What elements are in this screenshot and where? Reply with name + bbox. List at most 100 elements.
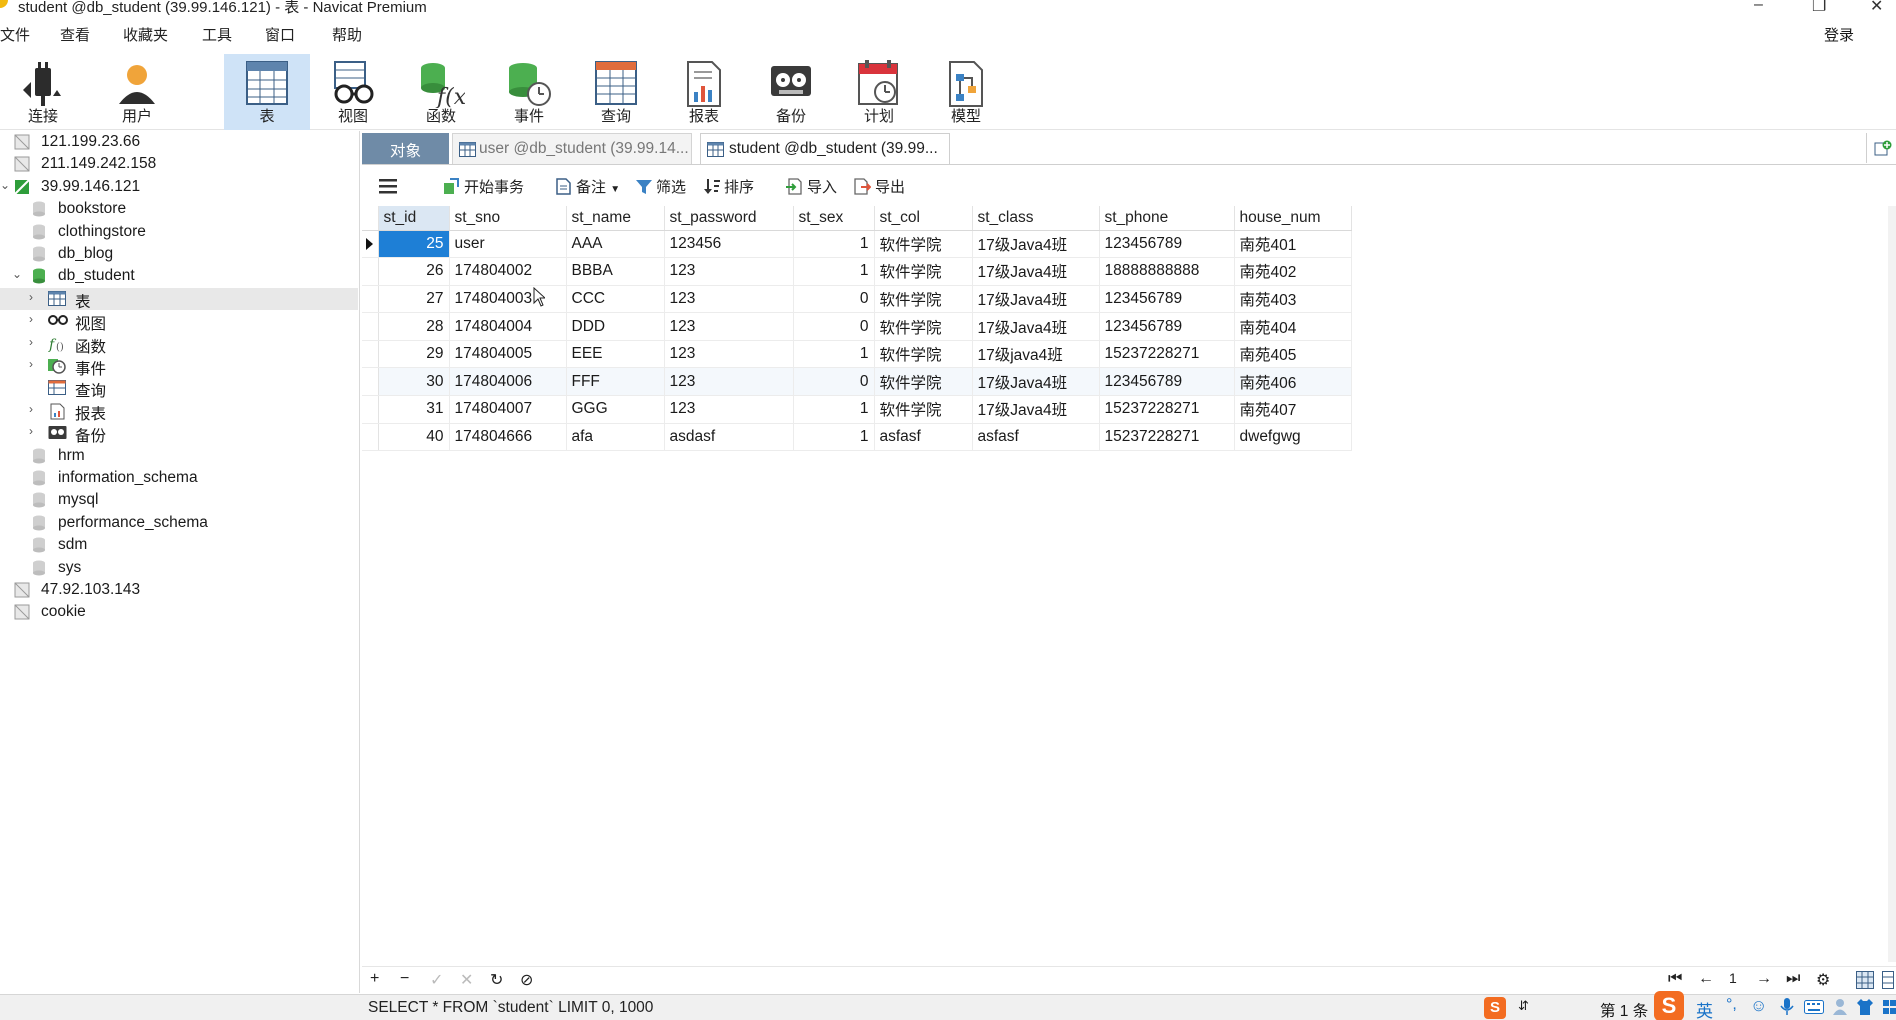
cell-st-password[interactable]: 123: [664, 395, 794, 424]
toolbar-report[interactable]: 报表: [661, 54, 747, 130]
tree-db-mysql[interactable]: mysql: [0, 489, 358, 511]
cell-st-name[interactable]: GGG: [566, 395, 665, 424]
cell-st-sno[interactable]: 174804006: [449, 367, 567, 397]
sogou-ime-icon[interactable]: S: [1484, 997, 1506, 1019]
menu-tools[interactable]: 工具: [202, 24, 232, 45]
cell-st-password[interactable]: 123: [664, 285, 794, 314]
cell-st-id[interactable]: 31: [378, 395, 450, 424]
cell-st-id[interactable]: 25: [378, 230, 450, 259]
cell-st-id[interactable]: 28: [378, 312, 450, 341]
cell-st-class[interactable]: 17级Java4班: [972, 395, 1100, 424]
column-header-st-class[interactable]: st_class: [972, 206, 1100, 231]
menu-window[interactable]: 窗口: [265, 24, 295, 45]
cell-st-sex[interactable]: 1: [793, 230, 875, 259]
cell-st-password[interactable]: 123456: [664, 230, 794, 259]
table-row[interactable]: 28 174804004 DDD 123 0 软件学院 17级Java4班 12…: [362, 312, 1352, 341]
cell-st-phone[interactable]: 15237228271: [1099, 423, 1235, 452]
tree-db-db-student[interactable]: ⌄ db_student: [0, 265, 358, 287]
login-link[interactable]: 登录: [1824, 24, 1854, 45]
sogou-logo-icon[interactable]: S: [1654, 991, 1684, 1020]
keyboard-icon[interactable]: [1804, 1000, 1824, 1014]
cell-st-password[interactable]: 123: [664, 312, 794, 341]
filter-button[interactable]: 筛选: [636, 176, 686, 197]
cell-st-col[interactable]: 软件学院: [874, 367, 973, 397]
close-button[interactable]: ✕: [1870, 0, 1883, 16]
cell-st-sex[interactable]: 0: [793, 285, 875, 314]
table-row[interactable]: 25 user AAA 123456 1 软件学院 17级Java4班 1234…: [362, 230, 1352, 259]
ime-arrows-icon[interactable]: ⇵: [1518, 998, 1529, 1014]
tree-queries[interactable]: 查询: [0, 377, 358, 400]
import-button[interactable]: 导入: [786, 176, 837, 197]
cell-st-sno[interactable]: 174804007: [449, 395, 567, 424]
cell-st-id[interactable]: 30: [378, 367, 450, 397]
cell-st-phone[interactable]: 123456789: [1099, 230, 1235, 259]
collapsed-arrow-icon[interactable]: ›: [29, 424, 33, 438]
toolbox-icon[interactable]: [1882, 998, 1896, 1016]
cell-st-sex[interactable]: 1: [793, 423, 875, 452]
column-header-st-sno[interactable]: st_sno: [449, 206, 567, 231]
tree-db-db-blog[interactable]: db_blog: [0, 243, 358, 265]
last-page-button[interactable]: ⏭: [1786, 970, 1800, 988]
tab-objects[interactable]: 对象: [362, 133, 449, 164]
cell-st-sex[interactable]: 1: [793, 395, 875, 424]
cell-st-phone[interactable]: 123456789: [1099, 367, 1235, 397]
cell-st-class[interactable]: 17级Java4班: [972, 257, 1100, 286]
menu-help[interactable]: 帮助: [332, 24, 362, 45]
toolbar-table[interactable]: 表: [224, 54, 310, 130]
first-page-button[interactable]: ⏮: [1668, 970, 1682, 988]
tree-connection-47-92-103-143[interactable]: 47.92.103.143: [0, 579, 358, 601]
tree-db-performance-schema[interactable]: performance_schema: [0, 512, 358, 534]
cell-st-col[interactable]: 软件学院: [874, 257, 973, 286]
tree-db-bookstore[interactable]: bookstore: [0, 198, 358, 220]
tree-connection-39-99-146-121[interactable]: ⌄ 39.99.146.121: [0, 176, 358, 198]
export-button[interactable]: 导出: [854, 176, 905, 197]
cell-st-phone[interactable]: 123456789: [1099, 285, 1235, 314]
cell-st-sno[interactable]: 174804003: [449, 285, 567, 314]
cell-st-name[interactable]: EEE: [566, 340, 665, 369]
cell-st-sno[interactable]: 174804004: [449, 312, 567, 341]
cell-house-num[interactable]: 南苑402: [1234, 257, 1352, 286]
memo-button[interactable]: 备注 ▼: [556, 176, 620, 197]
tree-db-hrm[interactable]: hrm: [0, 445, 358, 467]
cell-st-class[interactable]: 17级Java4班: [972, 285, 1100, 314]
cell-st-name[interactable]: CCC: [566, 285, 665, 314]
toolbar-connection[interactable]: 连接: [0, 54, 86, 130]
toolbar-event[interactable]: 事件: [486, 54, 572, 130]
tree-connection-121-199-23-66[interactable]: 121.199.23.66: [0, 131, 358, 153]
cell-st-sex[interactable]: 1: [793, 257, 875, 286]
table-row[interactable]: 26 174804002 BBBA 123 1 软件学院 17级Java4班 1…: [362, 257, 1352, 286]
cell-st-phone[interactable]: 123456789: [1099, 312, 1235, 341]
toolbar-query[interactable]: 查询: [573, 54, 659, 130]
discard-changes-button[interactable]: ✕: [460, 970, 473, 990]
vertical-scrollbar[interactable]: [1888, 206, 1896, 962]
cell-house-num[interactable]: dwefgwg: [1234, 423, 1352, 452]
cell-st-password[interactable]: 123: [664, 257, 794, 286]
cell-house-num[interactable]: 南苑404: [1234, 312, 1352, 341]
cell-st-id[interactable]: 40: [378, 423, 450, 452]
cell-st-password[interactable]: 123: [664, 340, 794, 369]
tree-views[interactable]: › 视图: [0, 310, 358, 333]
tree-db-clothingstore[interactable]: clothingstore: [0, 221, 358, 243]
tab-user-table[interactable]: user @db_student (39.99.14...: [452, 133, 692, 164]
chevron-down-icon[interactable]: ▼: [610, 184, 620, 195]
table-row[interactable]: 30 174804006 FFF 123 0 软件学院 17级Java4班 12…: [362, 367, 1352, 397]
tree-reports[interactable]: › 报表: [0, 400, 358, 423]
refresh-button[interactable]: ↻: [490, 970, 503, 990]
expanded-arrow-icon[interactable]: ⌄: [0, 178, 10, 192]
column-header-house-num[interactable]: house_num: [1234, 206, 1352, 231]
cell-st-password[interactable]: 123: [664, 367, 794, 397]
toolbar-backup[interactable]: 备份: [748, 54, 834, 130]
menu-file[interactable]: 文件: [0, 24, 30, 45]
toolbar-view[interactable]: 视图: [310, 54, 396, 130]
tree-functions[interactable]: › f() 函数: [0, 333, 358, 356]
column-header-st-sex[interactable]: st_sex: [793, 206, 875, 231]
cell-st-class[interactable]: 17级Java4班: [972, 367, 1100, 397]
cell-st-col[interactable]: asfasf: [874, 423, 973, 452]
user-account-icon[interactable]: [1832, 998, 1848, 1016]
cell-st-sno[interactable]: 174804666: [449, 423, 567, 452]
collapsed-arrow-icon[interactable]: ›: [29, 290, 33, 304]
table-row[interactable]: 27 174804003 CCC 123 0 软件学院 17级Java4班 12…: [362, 285, 1352, 314]
previous-page-button[interactable]: ←: [1698, 970, 1714, 988]
table-row[interactable]: 31 174804007 GGG 123 1 软件学院 17级Java4班 15…: [362, 395, 1352, 424]
column-header-st-id[interactable]: st_id: [378, 206, 450, 231]
